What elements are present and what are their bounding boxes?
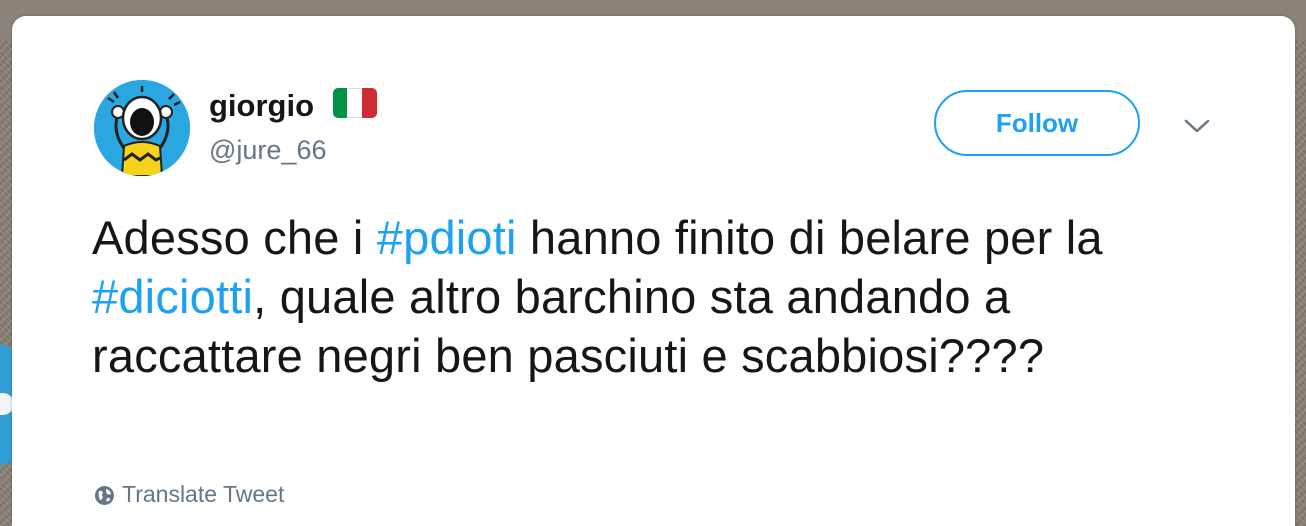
tweet-text: Adesso che i #pdioti hanno finito di bel…	[92, 208, 1202, 385]
flag-stripe-green	[332, 88, 348, 118]
user-handle[interactable]: @jure_66	[209, 132, 326, 168]
cartoon-avatar-icon[interactable]	[94, 80, 190, 176]
tweet-card: giorgio @jure_66 Follow Adesso che i #pd…	[12, 16, 1295, 526]
display-name[interactable]: giorgio	[209, 86, 377, 126]
hashtag-link-diciotti[interactable]: #diciotti	[92, 270, 253, 323]
flag-stripe-white	[347, 88, 363, 118]
italy-flag-icon	[332, 88, 377, 118]
hashtag-link-pdioti[interactable]: #pdioti	[377, 211, 517, 264]
display-name-text: giorgio	[209, 88, 315, 123]
translate-tweet-link[interactable]: Translate Tweet	[94, 479, 284, 509]
chevron-down-icon[interactable]	[1180, 114, 1214, 138]
globe-icon	[94, 483, 115, 506]
tweet-text-segment: hanno finito di belare per la	[516, 211, 1103, 264]
follow-button[interactable]: Follow	[934, 90, 1140, 156]
tweet-text-segment: Adesso che i	[92, 211, 377, 264]
flag-stripe-red	[362, 88, 377, 118]
translate-tweet-label: Translate Tweet	[122, 481, 285, 507]
